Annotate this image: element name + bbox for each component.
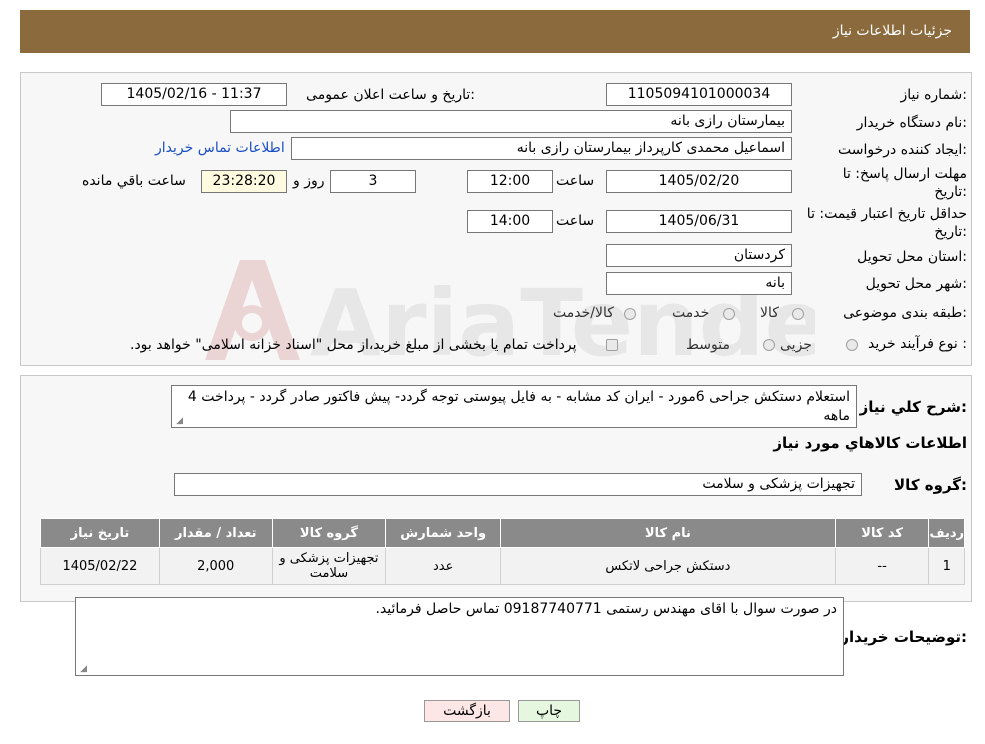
goods-section-title: اطلاعات کالاهاي مورد نياز bbox=[773, 434, 967, 452]
col-header-row-number: ردیف bbox=[928, 518, 965, 548]
resize-grip-icon[interactable]: ◢ bbox=[175, 417, 183, 426]
province-field: کردستان bbox=[606, 244, 792, 267]
requester-label: ایجاد کننده درخواست: bbox=[838, 142, 967, 158]
buyer-org-field: بیمارستان رازی بانه bbox=[230, 110, 792, 133]
buyer-contact-link[interactable]: اطلاعات تماس خریدار bbox=[155, 140, 285, 156]
city-field: بانه bbox=[606, 272, 792, 295]
process-label: نوع فرآیند خرید : bbox=[868, 336, 967, 352]
buyer-notes-text: در صورت سوال با اقای مهندس رستمی 0918774… bbox=[375, 601, 838, 617]
buyer-notes-textarea: در صورت سوال با اقای مهندس رستمی 0918774… bbox=[75, 597, 844, 676]
cell-name: دستکش جراحی لاتکس bbox=[500, 547, 836, 585]
deadline-time-label: ساعت bbox=[556, 173, 595, 189]
goods-group-label: گروه کالا: bbox=[894, 476, 967, 494]
cell-unit: عدد bbox=[385, 547, 502, 585]
description-text: استعلام دستکش جراحی 6مورد - ایران کد مشا… bbox=[187, 389, 850, 424]
col-header-group: گروه کالا bbox=[271, 518, 387, 548]
buyer-org-label: نام دستگاه خریدار: bbox=[856, 115, 967, 131]
remaining-time-field: 23:28:20 bbox=[201, 170, 287, 193]
description-textarea: استعلام دستکش جراحی 6مورد - ایران کد مشا… bbox=[171, 385, 857, 428]
col-header-unit: واحد شمارش bbox=[385, 518, 502, 548]
col-header-code: کد کالا bbox=[834, 518, 930, 548]
city-label: شهر محل تحویل: bbox=[865, 276, 967, 292]
category-label: طبقه بندی موضوعی: bbox=[843, 305, 967, 321]
category-goods-service-label: کالا/خدمت bbox=[553, 305, 614, 321]
deadline-label: مهلت ارسال پاسخ: تا bbox=[842, 166, 967, 182]
category-goods-label: کالا bbox=[760, 305, 779, 321]
validity-time-field: 14:00 bbox=[467, 210, 553, 233]
table-header-row: ردیف کد کالا نام کالا واحد شمارش گروه کا… bbox=[40, 518, 965, 548]
cell-date: 1405/02/22 bbox=[40, 547, 160, 585]
requester-field: اسماعیل محمدی کارپرداز بیمارستان رازی با… bbox=[291, 137, 792, 160]
process-treasury-checkbox[interactable] bbox=[606, 339, 618, 351]
deadline-time-field: 12:00 bbox=[467, 170, 553, 193]
days-field: 3 bbox=[330, 170, 416, 193]
cell-quantity: 2,000 bbox=[158, 547, 273, 585]
deadline-date-field: 1405/02/20 bbox=[606, 170, 792, 193]
category-goods-radio[interactable] bbox=[792, 308, 804, 320]
validity-time-label: ساعت bbox=[556, 213, 595, 229]
need-number-field: 1105094101000034 bbox=[606, 83, 792, 106]
col-header-name: نام کالا bbox=[500, 518, 836, 548]
print-button[interactable]: چاپ bbox=[518, 700, 580, 722]
col-header-quantity: تعداد / مقدار bbox=[158, 518, 273, 548]
need-number-label: شماره نیاز: bbox=[900, 87, 967, 103]
category-service-radio[interactable] bbox=[723, 308, 735, 320]
process-medium-label: متوسط bbox=[686, 337, 730, 353]
buyer-notes-label: توضیحات خریدار: bbox=[840, 628, 967, 646]
announce-field: 1405/02/16 - 11:37 bbox=[101, 83, 287, 106]
description-label: شرح کلي نياز: bbox=[859, 398, 967, 416]
validity-label-2: تاریخ: bbox=[934, 224, 967, 240]
process-minor-radio[interactable] bbox=[846, 339, 858, 351]
goods-table: ردیف کد کالا نام کالا واحد شمارش گروه کا… bbox=[40, 518, 965, 585]
page-title: جزئیات اطلاعات نیاز bbox=[832, 23, 952, 39]
category-service-label: خدمت bbox=[672, 305, 710, 321]
province-label: استان محل تحویل: bbox=[857, 249, 967, 265]
page-header: جزئیات اطلاعات نیاز bbox=[20, 10, 970, 53]
resize-grip-icon[interactable]: ◢ bbox=[79, 665, 87, 674]
goods-group-field: تجهیزات پزشکی و سلامت bbox=[174, 473, 862, 496]
process-note: پرداخت تمام یا بخشی از مبلغ خرید،از محل … bbox=[130, 337, 577, 353]
cell-group: تجهیزات پزشکی و سلامت bbox=[271, 547, 387, 585]
category-goods-service-radio[interactable] bbox=[624, 308, 636, 320]
col-header-date: تاریخ نیاز bbox=[40, 518, 160, 548]
cell-code: -- bbox=[834, 547, 930, 585]
cell-row-number: 1 bbox=[928, 547, 965, 585]
validity-label: حداقل تاریخ اعتبار قیمت: تا bbox=[806, 206, 967, 222]
process-minor-label: جزیی bbox=[780, 337, 812, 353]
validity-date-field: 1405/06/31 bbox=[606, 210, 792, 233]
deadline-label-2: تاریخ: bbox=[934, 184, 967, 200]
back-button[interactable]: بازگشت bbox=[424, 700, 510, 722]
days-label: روز و bbox=[293, 173, 325, 189]
announce-label: تاریخ و ساعت اعلان عمومی: bbox=[306, 87, 475, 103]
table-row: 1 -- دستکش جراحی لاتکس عدد تجهیزات پزشکی… bbox=[40, 547, 965, 585]
process-medium-radio[interactable] bbox=[763, 339, 775, 351]
remaining-label: ساعت باقي مانده bbox=[82, 173, 186, 189]
